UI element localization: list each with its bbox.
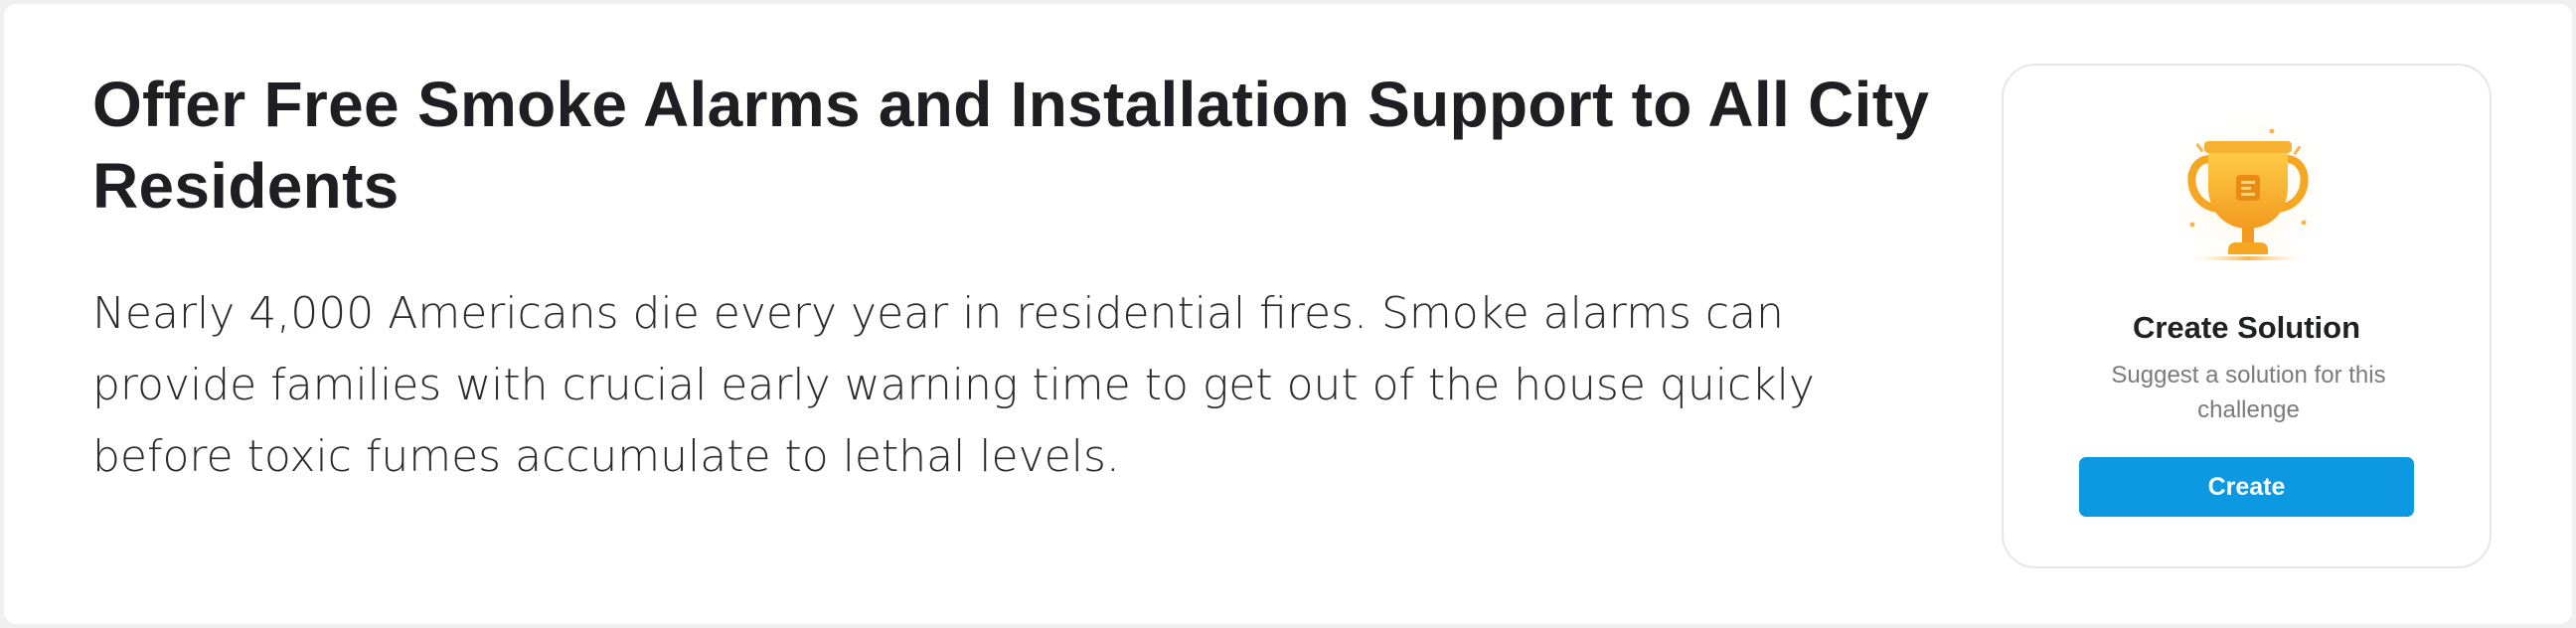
card-title: Create Solution (2132, 310, 2361, 345)
challenge-description: Nearly 4,000 Americans die every year in… (92, 288, 1815, 482)
challenge-title: Offer Free Smoke Alarms and Installation… (92, 69, 1930, 222)
create-solution-card: Create Solution Suggest a solution for t… (2002, 64, 2492, 568)
card-subtitle: Suggest a solution for this challenge (2111, 362, 2386, 423)
create-button[interactable]: Create (2079, 457, 2414, 517)
trophy-icon (2149, 101, 2347, 300)
challenge-panel: Offer Free Smoke Alarms and Installation… (4, 4, 2572, 624)
